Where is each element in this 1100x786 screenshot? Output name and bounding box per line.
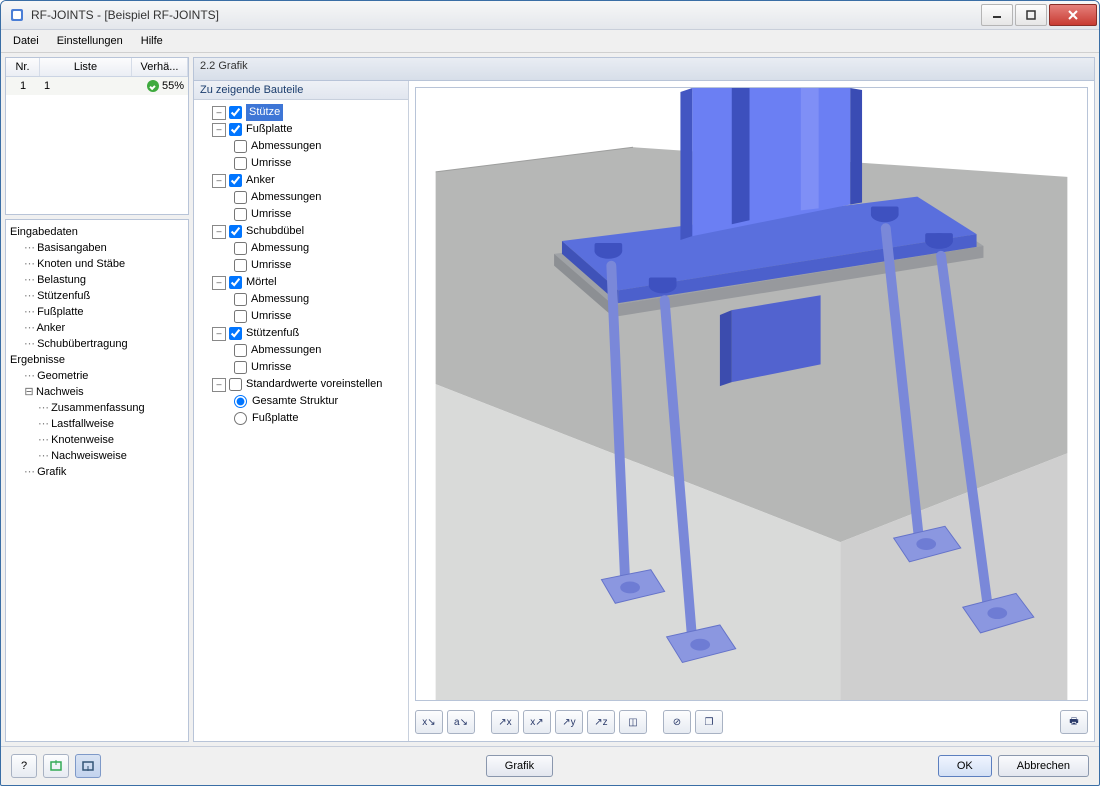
nav-knoten[interactable]: ⋯ Knoten und Stäbe — [10, 256, 184, 272]
chk-fussplatte[interactable] — [229, 123, 242, 136]
chk-schubduebel[interactable] — [229, 225, 242, 238]
view-btn-y[interactable]: ↗y — [555, 710, 583, 734]
menu-help[interactable]: Hilfe — [133, 33, 171, 49]
nav-knotenweise[interactable]: ⋯ Knotenweise — [10, 432, 184, 448]
radio-gesamte[interactable] — [234, 395, 247, 408]
nav-belastung[interactable]: ⋯ Belastung — [10, 272, 184, 288]
node-fussplatte[interactable]: –Fußplatte — [196, 121, 406, 138]
node-moertel[interactable]: –Mörtel — [196, 274, 406, 291]
node-schubduebel[interactable]: –Schubdübel — [196, 223, 406, 240]
cancel-button[interactable]: Abbrechen — [998, 755, 1089, 777]
titlebar: RF-JOINTS - [Beispiel RF-JOINTS] — [1, 1, 1099, 30]
view-btn-z[interactable]: ↗z — [587, 710, 615, 734]
viewer-toolbar: x↘ a↘ ↗x x↗ ↗y ↗z ◫ ⊘ ❐ 🖶 — [409, 707, 1094, 741]
node-gesamte[interactable]: Gesamte Struktur — [196, 393, 406, 410]
check-icon — [147, 80, 159, 92]
node-stuetze[interactable]: –Stütze — [196, 104, 406, 121]
footer-btn-import[interactable] — [43, 754, 69, 778]
nav-fussplatte[interactable]: ⋯ Fußplatte — [10, 304, 184, 320]
node-anker-umr[interactable]: Umrisse — [196, 206, 406, 223]
view-btn-xrot[interactable]: x↘ — [415, 710, 443, 734]
view-btn-iso[interactable]: ↗x — [491, 710, 519, 734]
case-grid: Nr. Liste Verhä... 1 1 55% — [5, 57, 189, 215]
cell-list: 1 — [40, 77, 132, 95]
nav-basisangaben[interactable]: ⋯ Basisangaben — [10, 240, 184, 256]
menu-file[interactable]: Datei — [5, 33, 47, 49]
component-tree: Zu zeigende Bauteile –Stütze –Fußplatte … — [194, 81, 409, 741]
grafik-button[interactable]: Grafik — [486, 755, 553, 777]
navigation-tree[interactable]: Eingabedaten ⋯ Basisangaben ⋯ Knoten und… — [5, 219, 189, 742]
nav-geometrie[interactable]: ⋯ Geometrie — [10, 368, 184, 384]
view-btn-zoom[interactable]: ⊘ — [663, 710, 691, 734]
node-standardwerte[interactable]: –Standardwerte voreinstellen — [196, 376, 406, 393]
node-fp-abm[interactable]: Abmessungen — [196, 138, 406, 155]
node-mo-abm[interactable]: Abmessung — [196, 291, 406, 308]
chk-anker-umr[interactable] — [234, 208, 247, 221]
nav-stuetzenfuss[interactable]: ⋯ Stützenfuß — [10, 288, 184, 304]
chk-sf-abm[interactable] — [234, 344, 247, 357]
node-sd-umr[interactable]: Umrisse — [196, 257, 406, 274]
app-icon — [9, 7, 25, 23]
minimize-button[interactable] — [981, 4, 1013, 26]
chk-sf-umr[interactable] — [234, 361, 247, 374]
nav-eingabedaten[interactable]: Eingabedaten — [10, 224, 184, 240]
chk-std[interactable] — [229, 378, 242, 391]
chk-moertel[interactable] — [229, 276, 242, 289]
menu-settings[interactable]: Einstellungen — [49, 33, 131, 49]
col-list[interactable]: Liste — [40, 58, 132, 76]
nav-ergebnisse[interactable]: Ergebnisse — [10, 352, 184, 368]
app-window: RF-JOINTS - [Beispiel RF-JOINTS] Datei E… — [0, 0, 1100, 786]
chk-stuetzenfuss[interactable] — [229, 327, 242, 340]
component-tree-header: Zu zeigende Bauteile — [194, 81, 408, 100]
cell-nr: 1 — [6, 77, 40, 95]
table-row[interactable]: 1 1 55% — [6, 77, 188, 95]
view-btn-arot[interactable]: a↘ — [447, 710, 475, 734]
node-mo-umr[interactable]: Umrisse — [196, 308, 406, 325]
nav-nachweisweise[interactable]: ⋯ Nachweisweise — [10, 448, 184, 464]
chk-sd-abm[interactable] — [234, 242, 247, 255]
node-stuetzenfuss[interactable]: –Stützenfuß — [196, 325, 406, 342]
chk-fp-umr[interactable] — [234, 157, 247, 170]
menubar: Datei Einstellungen Hilfe — [1, 30, 1099, 53]
nav-zusammenfassung[interactable]: ⋯ Zusammenfassung — [10, 400, 184, 416]
dialog-footer: ? Grafik OK Abbrechen — [1, 746, 1099, 785]
maximize-button[interactable] — [1015, 4, 1047, 26]
nav-nachweis[interactable]: ⊟Nachweis — [10, 384, 184, 400]
chk-stuetze[interactable] — [229, 106, 242, 119]
col-ratio[interactable]: Verhä... — [132, 58, 188, 76]
node-sd-abm[interactable]: Abmessung — [196, 240, 406, 257]
node-std-fp[interactable]: Fußplatte — [196, 410, 406, 427]
close-button[interactable] — [1049, 4, 1097, 26]
ratio-value: 55% — [162, 80, 184, 92]
nav-grafik[interactable]: ⋯ Grafik — [10, 464, 184, 480]
col-nr[interactable]: Nr. — [6, 58, 40, 76]
view-btn-x[interactable]: x↗ — [523, 710, 551, 734]
node-fp-umr[interactable]: Umrisse — [196, 155, 406, 172]
node-anker-abm[interactable]: Abmessungen — [196, 189, 406, 206]
radio-fussplatte[interactable] — [234, 412, 247, 425]
help-button[interactable]: ? — [11, 754, 37, 778]
print-button[interactable]: 🖶 — [1060, 710, 1088, 734]
node-sf-abm[interactable]: Abmessungen — [196, 342, 406, 359]
nav-lastfallweise[interactable]: ⋯ Lastfallweise — [10, 416, 184, 432]
ok-button[interactable]: OK — [938, 755, 992, 777]
view-btn-box[interactable]: ◫ — [619, 710, 647, 734]
chk-mo-umr[interactable] — [234, 310, 247, 323]
chk-fp-abm[interactable] — [234, 140, 247, 153]
chk-anker[interactable] — [229, 174, 242, 187]
chk-mo-abm[interactable] — [234, 293, 247, 306]
footer-btn-export[interactable] — [75, 754, 101, 778]
nav-anker[interactable]: ⋯ Anker — [10, 320, 184, 336]
chk-sd-umr[interactable] — [234, 259, 247, 272]
node-sf-umr[interactable]: Umrisse — [196, 359, 406, 376]
chk-anker-abm[interactable] — [234, 191, 247, 204]
panel-title: 2.2 Grafik — [193, 57, 1095, 80]
cell-ratio: 55% — [132, 77, 188, 95]
view-btn-multi[interactable]: ❐ — [695, 710, 723, 734]
3d-viewport[interactable] — [415, 87, 1088, 701]
node-anker[interactable]: –Anker — [196, 172, 406, 189]
window-title: RF-JOINTS - [Beispiel RF-JOINTS] — [31, 8, 979, 22]
nav-schub[interactable]: ⋯ Schubübertragung — [10, 336, 184, 352]
